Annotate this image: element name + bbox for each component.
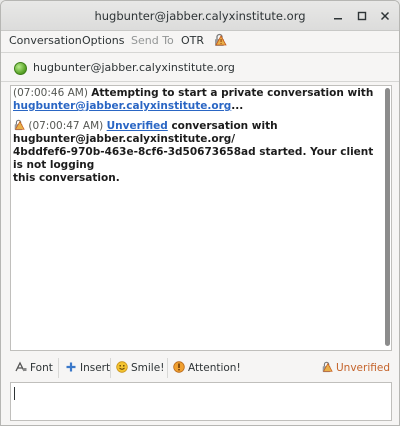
- buddy-link[interactable]: hugbunter@jabber.calyxinstitute.org: [13, 100, 231, 112]
- otr-unverified-button[interactable]: Unverified: [321, 361, 390, 377]
- close-icon: [380, 11, 390, 21]
- smile-button[interactable]: Smile!: [116, 361, 164, 377]
- font-button[interactable]: Font: [15, 361, 53, 377]
- otr-unverified-icon: [215, 33, 227, 46]
- otr-status-menu-button[interactable]: [213, 33, 227, 50]
- title-bar[interactable]: hugbunter@jabber.calyxinstitute.org: [1, 1, 399, 31]
- plus-icon: [66, 362, 76, 372]
- divider: [110, 358, 111, 378]
- message-line: hugbunter@jabber.calyxinstitute.org/: [13, 133, 236, 145]
- menu-otr[interactable]: OTR: [181, 34, 204, 47]
- conversation-window: hugbunter@jabber.calyxinstitute.org Conv…: [0, 0, 400, 426]
- minimize-button[interactable]: [330, 8, 346, 24]
- message-line: this conversation.: [13, 172, 120, 184]
- menu-conversation[interactable]: Conversation: [9, 34, 82, 47]
- menu-options[interactable]: Options: [82, 34, 124, 47]
- message-text: conversation with: [167, 120, 278, 132]
- smiley-icon: [116, 361, 128, 373]
- attention-button[interactable]: Attention!: [173, 361, 241, 377]
- message-input[interactable]: [10, 382, 392, 421]
- menu-bar: Conversation Options Send To OTR: [1, 31, 399, 51]
- close-button[interactable]: [377, 8, 393, 24]
- message-timestamp: (07:00:46 AM): [13, 87, 88, 99]
- divider: [1, 81, 399, 82]
- font-icon: [15, 361, 27, 372]
- message-line: 4bddfef6-970b-463e-8cf6-3d50673658ad sta…: [13, 146, 374, 171]
- otr-unverified-icon: [13, 119, 25, 131]
- insert-button[interactable]: Insert: [65, 361, 110, 377]
- attention-label: Attention!: [188, 362, 241, 374]
- divider: [167, 358, 168, 378]
- scrollbar-thumb[interactable]: [385, 88, 390, 346]
- unverified-link[interactable]: Unverified: [107, 120, 168, 132]
- otr-unverified-icon: [322, 361, 333, 373]
- divider: [58, 358, 59, 378]
- minimize-icon: [334, 18, 342, 20]
- status-available-icon: [14, 62, 27, 75]
- buddy-name: hugbunter@jabber.calyxinstitute.org: [33, 61, 235, 74]
- otr-status-label: Unverified: [336, 362, 390, 374]
- message-text: Attempting to start a private conversati…: [91, 87, 374, 99]
- message-suffix: ...: [231, 100, 244, 112]
- message-timestamp: (07:00:47 AM): [28, 120, 104, 132]
- message-1: (07:00:46 AM) Attempting to start a priv…: [13, 87, 381, 113]
- font-label: Font: [30, 362, 53, 374]
- insert-label: Insert: [80, 362, 111, 374]
- text-caret: [14, 387, 15, 400]
- format-toolbar: Font Insert Smile! Attention! Unverified: [10, 356, 392, 382]
- smile-label: Smile!: [131, 362, 165, 374]
- maximize-icon: [357, 11, 367, 21]
- menu-send-to: Send To: [131, 34, 174, 47]
- divider: [1, 52, 399, 53]
- message-2: (07:00:47 AM) Unverified conversation wi…: [13, 119, 381, 185]
- maximize-button[interactable]: [354, 8, 370, 24]
- attention-icon: [173, 361, 185, 373]
- conversation-history[interactable]: (07:00:46 AM) Attempting to start a priv…: [10, 85, 392, 351]
